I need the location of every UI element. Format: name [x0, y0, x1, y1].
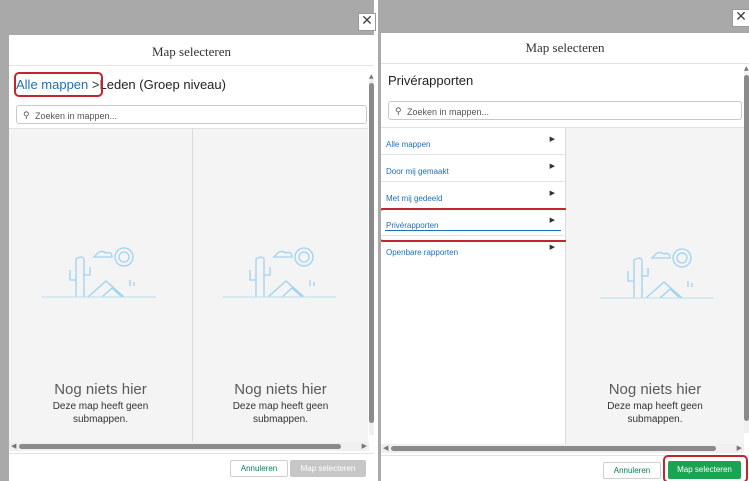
scrollbar-thumb[interactable] — [391, 446, 716, 451]
empty-subtitle-line1: Deze map heeft geen — [232, 401, 329, 412]
folder-item-door-mij-gemaakt[interactable]: Door mij gemaakt ▶ — [381, 155, 565, 182]
divider — [374, 0, 378, 481]
close-icon[interactable]: ✕ — [732, 9, 749, 27]
annotation-ring — [381, 208, 570, 242]
modal-title: Map selecteren — [381, 33, 749, 64]
vertical-scrollbar[interactable] — [744, 71, 749, 433]
empty-subtitle-line2: submappen. — [72, 414, 129, 425]
chevron-right-icon: ▶ — [549, 189, 555, 197]
close-icon[interactable]: ✕ — [358, 13, 376, 31]
scroll-left-arrow[interactable]: ◀ — [11, 442, 16, 450]
empty-state-illustration — [222, 247, 336, 298]
cancel-button[interactable]: Annuleren — [230, 460, 288, 477]
folder-list: Alle mappen ▶ Door mij gemaakt ▶ Met mij… — [381, 127, 566, 446]
scroll-right-arrow[interactable]: ▶ — [737, 444, 742, 452]
folder-item-met-mij-gedeeld[interactable]: Met mij gedeeld ▶ — [381, 182, 565, 209]
empty-title: Nog niets hier — [608, 381, 702, 398]
empty-title: Nog niets hier — [54, 381, 147, 398]
search-placeholder: Zoeken in mappen... — [407, 107, 490, 117]
search-input[interactable]: ⚲ Zoeken in mappen... — [388, 101, 742, 120]
vertical-scrollbar[interactable] — [369, 79, 374, 435]
scrollbar-thumb[interactable] — [744, 75, 749, 421]
empty-subtitle-line1: Deze map heeft geen — [607, 401, 703, 412]
chevron-right-icon: ▶ — [549, 162, 555, 170]
scrollbar-thumb[interactable] — [369, 83, 374, 423]
chevron-right-icon: ▶ — [549, 243, 555, 251]
annotation-ring — [14, 72, 103, 97]
horizontal-scrollbar[interactable]: ◀ ▶ — [9, 442, 369, 451]
folder-item-alle-mappen[interactable]: Alle mappen ▶ — [381, 128, 565, 155]
modal-title: Map selecteren — [9, 35, 374, 66]
empty-subtitle-line1: Deze map heeft geen — [52, 401, 149, 412]
folder-column: Nog niets hier Deze map heeft geen subma… — [566, 127, 744, 446]
folder-column: Nog niets hier Deze map heeft geen subma… — [193, 128, 368, 445]
empty-subtitle-line2: submappen. — [252, 414, 309, 425]
annotation-ring — [663, 455, 748, 481]
chevron-right-icon: ▶ — [549, 135, 555, 143]
folder-label: Alle mappen — [386, 140, 431, 149]
scroll-left-arrow[interactable]: ◀ — [383, 444, 388, 452]
search-input[interactable]: ⚲ Zoeken in mappen... — [16, 105, 367, 124]
page-title: Privérapporten — [388, 73, 474, 88]
modal-footer: Annuleren Map selecteren — [9, 453, 374, 481]
search-icon: ⚲ — [395, 106, 402, 116]
breadcrumb-current: Leden (Groep niveau) — [99, 77, 226, 92]
search-placeholder: Zoeken in mappen... — [35, 111, 118, 121]
scroll-right-arrow[interactable]: ▶ — [362, 442, 367, 450]
empty-state-illustration — [600, 248, 714, 299]
scrollbar-thumb[interactable] — [19, 444, 341, 449]
right-folder-modal: Map selecteren Privérapporten ▲ ⚲ Zoeken… — [381, 33, 749, 481]
empty-title: Nog niets hier — [234, 381, 327, 398]
left-folder-modal: Map selecteren Alle mappen >Leden (Groep… — [9, 35, 374, 481]
folder-label: Met mij gedeeld — [386, 194, 443, 203]
folder-column: Nog niets hier Deze map heeft geen subma… — [9, 128, 193, 445]
folder-label: Openbare rapporten — [386, 248, 459, 257]
empty-state-illustration — [42, 247, 156, 298]
search-icon: ⚲ — [23, 110, 30, 120]
empty-subtitle-line2: submappen. — [627, 414, 683, 425]
cancel-button[interactable]: Annuleren — [603, 462, 661, 479]
folder-label: Door mij gemaakt — [386, 167, 449, 176]
horizontal-scrollbar[interactable]: ◀ ▶ — [381, 444, 744, 453]
select-folder-button[interactable]: Map selecteren — [290, 460, 366, 477]
